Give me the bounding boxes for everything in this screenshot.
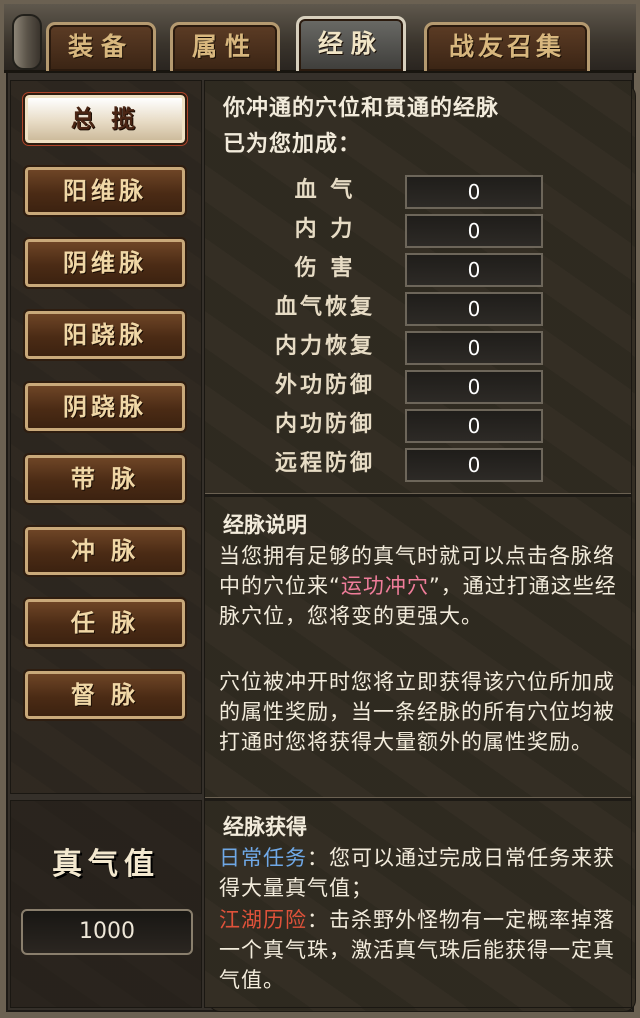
stat-value: 0 xyxy=(405,331,543,365)
stat-value: 0 xyxy=(405,175,543,209)
tab-attributes[interactable]: 属性 xyxy=(170,22,280,71)
nav-yangqiao-button[interactable]: 阳跷脉 xyxy=(23,309,187,361)
bonus-intro: 你冲通的穴位和贯通的经脉 已为您加成： xyxy=(223,91,623,163)
stat-label: 内 力 xyxy=(294,217,356,242)
bonus-intro-line1: 你冲通的穴位和贯通的经脉 xyxy=(223,96,500,121)
tab-comrade-summon[interactable]: 战友召集 xyxy=(424,22,590,71)
stat-value: 0 xyxy=(405,214,543,248)
stat-row: 血气恢复 0 xyxy=(205,290,631,328)
stat-row: 内力恢复 0 xyxy=(205,329,631,367)
stat-row: 外功防御 0 xyxy=(205,368,631,406)
jianghu-label: 江湖历险 xyxy=(219,908,307,932)
nav-du-button[interactable]: 督 脉 xyxy=(23,669,187,721)
stat-label: 血 气 xyxy=(294,178,356,203)
meridian-desc-para2: 穴位被冲开时您将立即获得该穴位所加成的属性奖励，当一条经脉的所有穴位均被打通时您… xyxy=(219,670,615,754)
stat-label: 血气恢复 xyxy=(274,295,375,320)
stat-value: 0 xyxy=(405,409,543,443)
stat-value: 0 xyxy=(405,292,543,326)
obtain-jianghu: 江湖历险：击杀野外怪物有一定概率掉落一个真气珠，激活真气珠后能获得一定真气值。 xyxy=(219,905,621,995)
daily-task-label: 日常任务 xyxy=(219,846,307,870)
divider xyxy=(205,493,631,497)
tab-equipment[interactable]: 装备 xyxy=(46,22,156,71)
stat-label: 外功防御 xyxy=(274,373,375,398)
nav-overview-button[interactable]: 总 揽 xyxy=(23,93,187,145)
nav-ren-button[interactable]: 任 脉 xyxy=(23,597,187,649)
meridian-desc-title: 经脉说明 xyxy=(223,513,307,537)
tab-bar: 装备 属性 经脉 战友召集 xyxy=(4,4,636,1012)
obtain-title: 经脉获得 xyxy=(223,815,307,839)
zhenqi-title: 真气值 xyxy=(52,847,160,882)
stat-row: 伤 害 0 xyxy=(205,251,631,289)
overview-panel: 你冲通的穴位和贯通的经脉 已为您加成： 血 气 0 内 力 0 伤 害 0 血气… xyxy=(204,80,632,1008)
nav-yinwei-button[interactable]: 阴维脉 xyxy=(23,237,187,289)
divider xyxy=(205,797,631,801)
nav-yinqiao-button[interactable]: 阴跷脉 xyxy=(23,381,187,433)
stat-label: 伤 害 xyxy=(294,256,356,281)
zhenqi-panel: 真气值 1000 xyxy=(10,800,202,1008)
stat-label: 内力恢复 xyxy=(274,334,375,359)
bonus-intro-line2: 已为您加成： xyxy=(223,132,362,157)
stat-row: 内功防御 0 xyxy=(205,407,631,445)
stat-value: 0 xyxy=(405,448,543,482)
stat-row: 血 气 0 xyxy=(205,173,631,211)
stat-label: 远程防御 xyxy=(274,451,375,476)
yungong-chongxue-link: 运功冲穴 xyxy=(340,574,429,598)
nav-dai-button[interactable]: 带 脉 xyxy=(23,453,187,505)
zhenqi-value: 1000 xyxy=(21,909,193,955)
meridian-nav: 总 揽 阳维脉 阴维脉 阳跷脉 阴跷脉 带 脉 冲 脉 任 脉 督 脉 xyxy=(10,80,202,794)
nav-chong-button[interactable]: 冲 脉 xyxy=(23,525,187,577)
frame-cap-left xyxy=(12,14,42,70)
stat-row: 内 力 0 xyxy=(205,212,631,250)
stat-row: 远程防御 0 xyxy=(205,446,631,484)
obtain-daily: 日常任务：您可以通过完成日常任务来获得大量真气值； xyxy=(219,843,621,903)
stat-label: 内功防御 xyxy=(274,412,375,437)
stat-value: 0 xyxy=(405,253,543,287)
tab-meridians[interactable]: 经脉 xyxy=(296,16,406,71)
stat-value: 0 xyxy=(405,370,543,404)
meridian-desc-para1: 当您拥有足够的真气时就可以点击各脉络中的穴位来“运功冲穴”，通过打通这些经脉穴位… xyxy=(219,541,621,631)
nav-yangwei-button[interactable]: 阳维脉 xyxy=(23,165,187,217)
